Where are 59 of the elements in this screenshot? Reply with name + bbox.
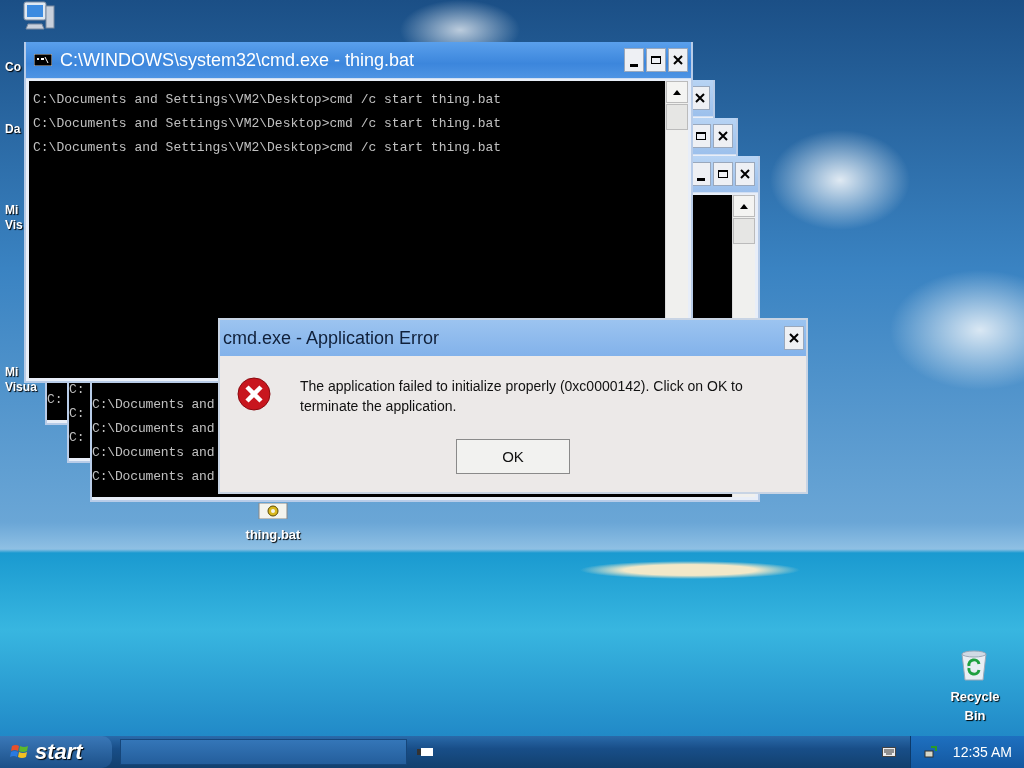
console-line: C:\Documents and Settings\VM2\Desktop>cmd /c start thing.bat bbox=[33, 91, 502, 109]
minimize-icon bbox=[630, 63, 638, 67]
desktop-icon-label: Visua bbox=[5, 380, 37, 395]
desktop-icon-label: Da bbox=[5, 122, 21, 137]
maximize-button[interactable] bbox=[713, 162, 733, 186]
clock: 12:35 AM bbox=[951, 744, 1012, 760]
error-message: The application failed to initialize properly (0xc0000142). Click on OK to terminate the application. bbox=[300, 377, 744, 416]
scroll-up-button[interactable] bbox=[733, 195, 755, 217]
window-icon[interactable] bbox=[417, 747, 433, 757]
minimize-button[interactable] bbox=[624, 48, 644, 72]
network-icon[interactable] bbox=[922, 745, 937, 759]
maximize-icon bbox=[718, 169, 728, 179]
desktop-icon-label[interactable]: thing.bat bbox=[245, 525, 301, 544]
minimize-icon bbox=[697, 177, 705, 181]
maximize-icon bbox=[696, 131, 706, 141]
maximize-icon bbox=[651, 55, 661, 65]
console-icon bbox=[34, 54, 52, 66]
console-line: C: bbox=[47, 391, 63, 409]
error-icon bbox=[237, 377, 271, 411]
computer-icon[interactable] bbox=[22, 0, 56, 32]
console-line: C:\Documents and Settings\VM2\Desktop>cmd /c start thing.bat bbox=[33, 115, 502, 133]
ok-button[interactable]: OK bbox=[456, 439, 570, 474]
close-icon bbox=[740, 169, 750, 179]
close-icon bbox=[695, 93, 705, 103]
console-line: C:\Documents and bbox=[92, 444, 215, 462]
console-line: C:\Documents and Settings\VM2\Desktop>cmd /c start thing.bat bbox=[33, 139, 502, 157]
desktop-icon-label[interactable]: Recycle bbox=[950, 687, 1000, 706]
console-line: C:\Documents and bbox=[92, 420, 215, 438]
desktop-icon-label[interactable]: Bin bbox=[964, 706, 986, 725]
scrollbar-thumb[interactable] bbox=[733, 218, 755, 244]
maximize-button[interactable] bbox=[691, 124, 711, 148]
console-line: C: bbox=[69, 429, 85, 447]
desktop-icon-label: Mi bbox=[5, 203, 19, 218]
close-button[interactable] bbox=[784, 326, 804, 350]
dialog-title: cmd.exe - Application Error bbox=[223, 327, 440, 349]
window-title: C:\WINDOWS\system32\cmd.exe - thing.bat bbox=[60, 49, 415, 71]
console-line: C:\Documents and bbox=[92, 396, 215, 414]
gear-window-icon[interactable] bbox=[258, 503, 288, 519]
desktop-icon-label: Co bbox=[5, 60, 21, 75]
up-arrow-icon bbox=[739, 203, 749, 209]
minimize-button[interactable] bbox=[691, 162, 711, 186]
close-button[interactable] bbox=[713, 124, 733, 148]
close-button[interactable] bbox=[668, 48, 688, 72]
close-icon bbox=[673, 55, 683, 65]
desktop-icon-label: Mi bbox=[5, 365, 19, 380]
start-button[interactable]: start bbox=[0, 736, 112, 768]
console-line: C: bbox=[69, 405, 85, 423]
recycle-bin-icon[interactable] bbox=[958, 648, 990, 682]
console-line: C: bbox=[69, 381, 85, 399]
close-icon bbox=[789, 333, 799, 343]
maximize-button[interactable] bbox=[646, 48, 666, 72]
scrollbar-thumb[interactable] bbox=[666, 104, 688, 130]
scroll-up-button[interactable] bbox=[666, 81, 688, 103]
close-icon bbox=[718, 131, 728, 141]
up-arrow-icon bbox=[672, 89, 682, 95]
desktop-icon-label: Vis bbox=[5, 218, 23, 233]
close-button[interactable] bbox=[735, 162, 755, 186]
keyboard-icon[interactable] bbox=[881, 747, 896, 757]
console-line: C:\Documents and bbox=[92, 468, 215, 486]
